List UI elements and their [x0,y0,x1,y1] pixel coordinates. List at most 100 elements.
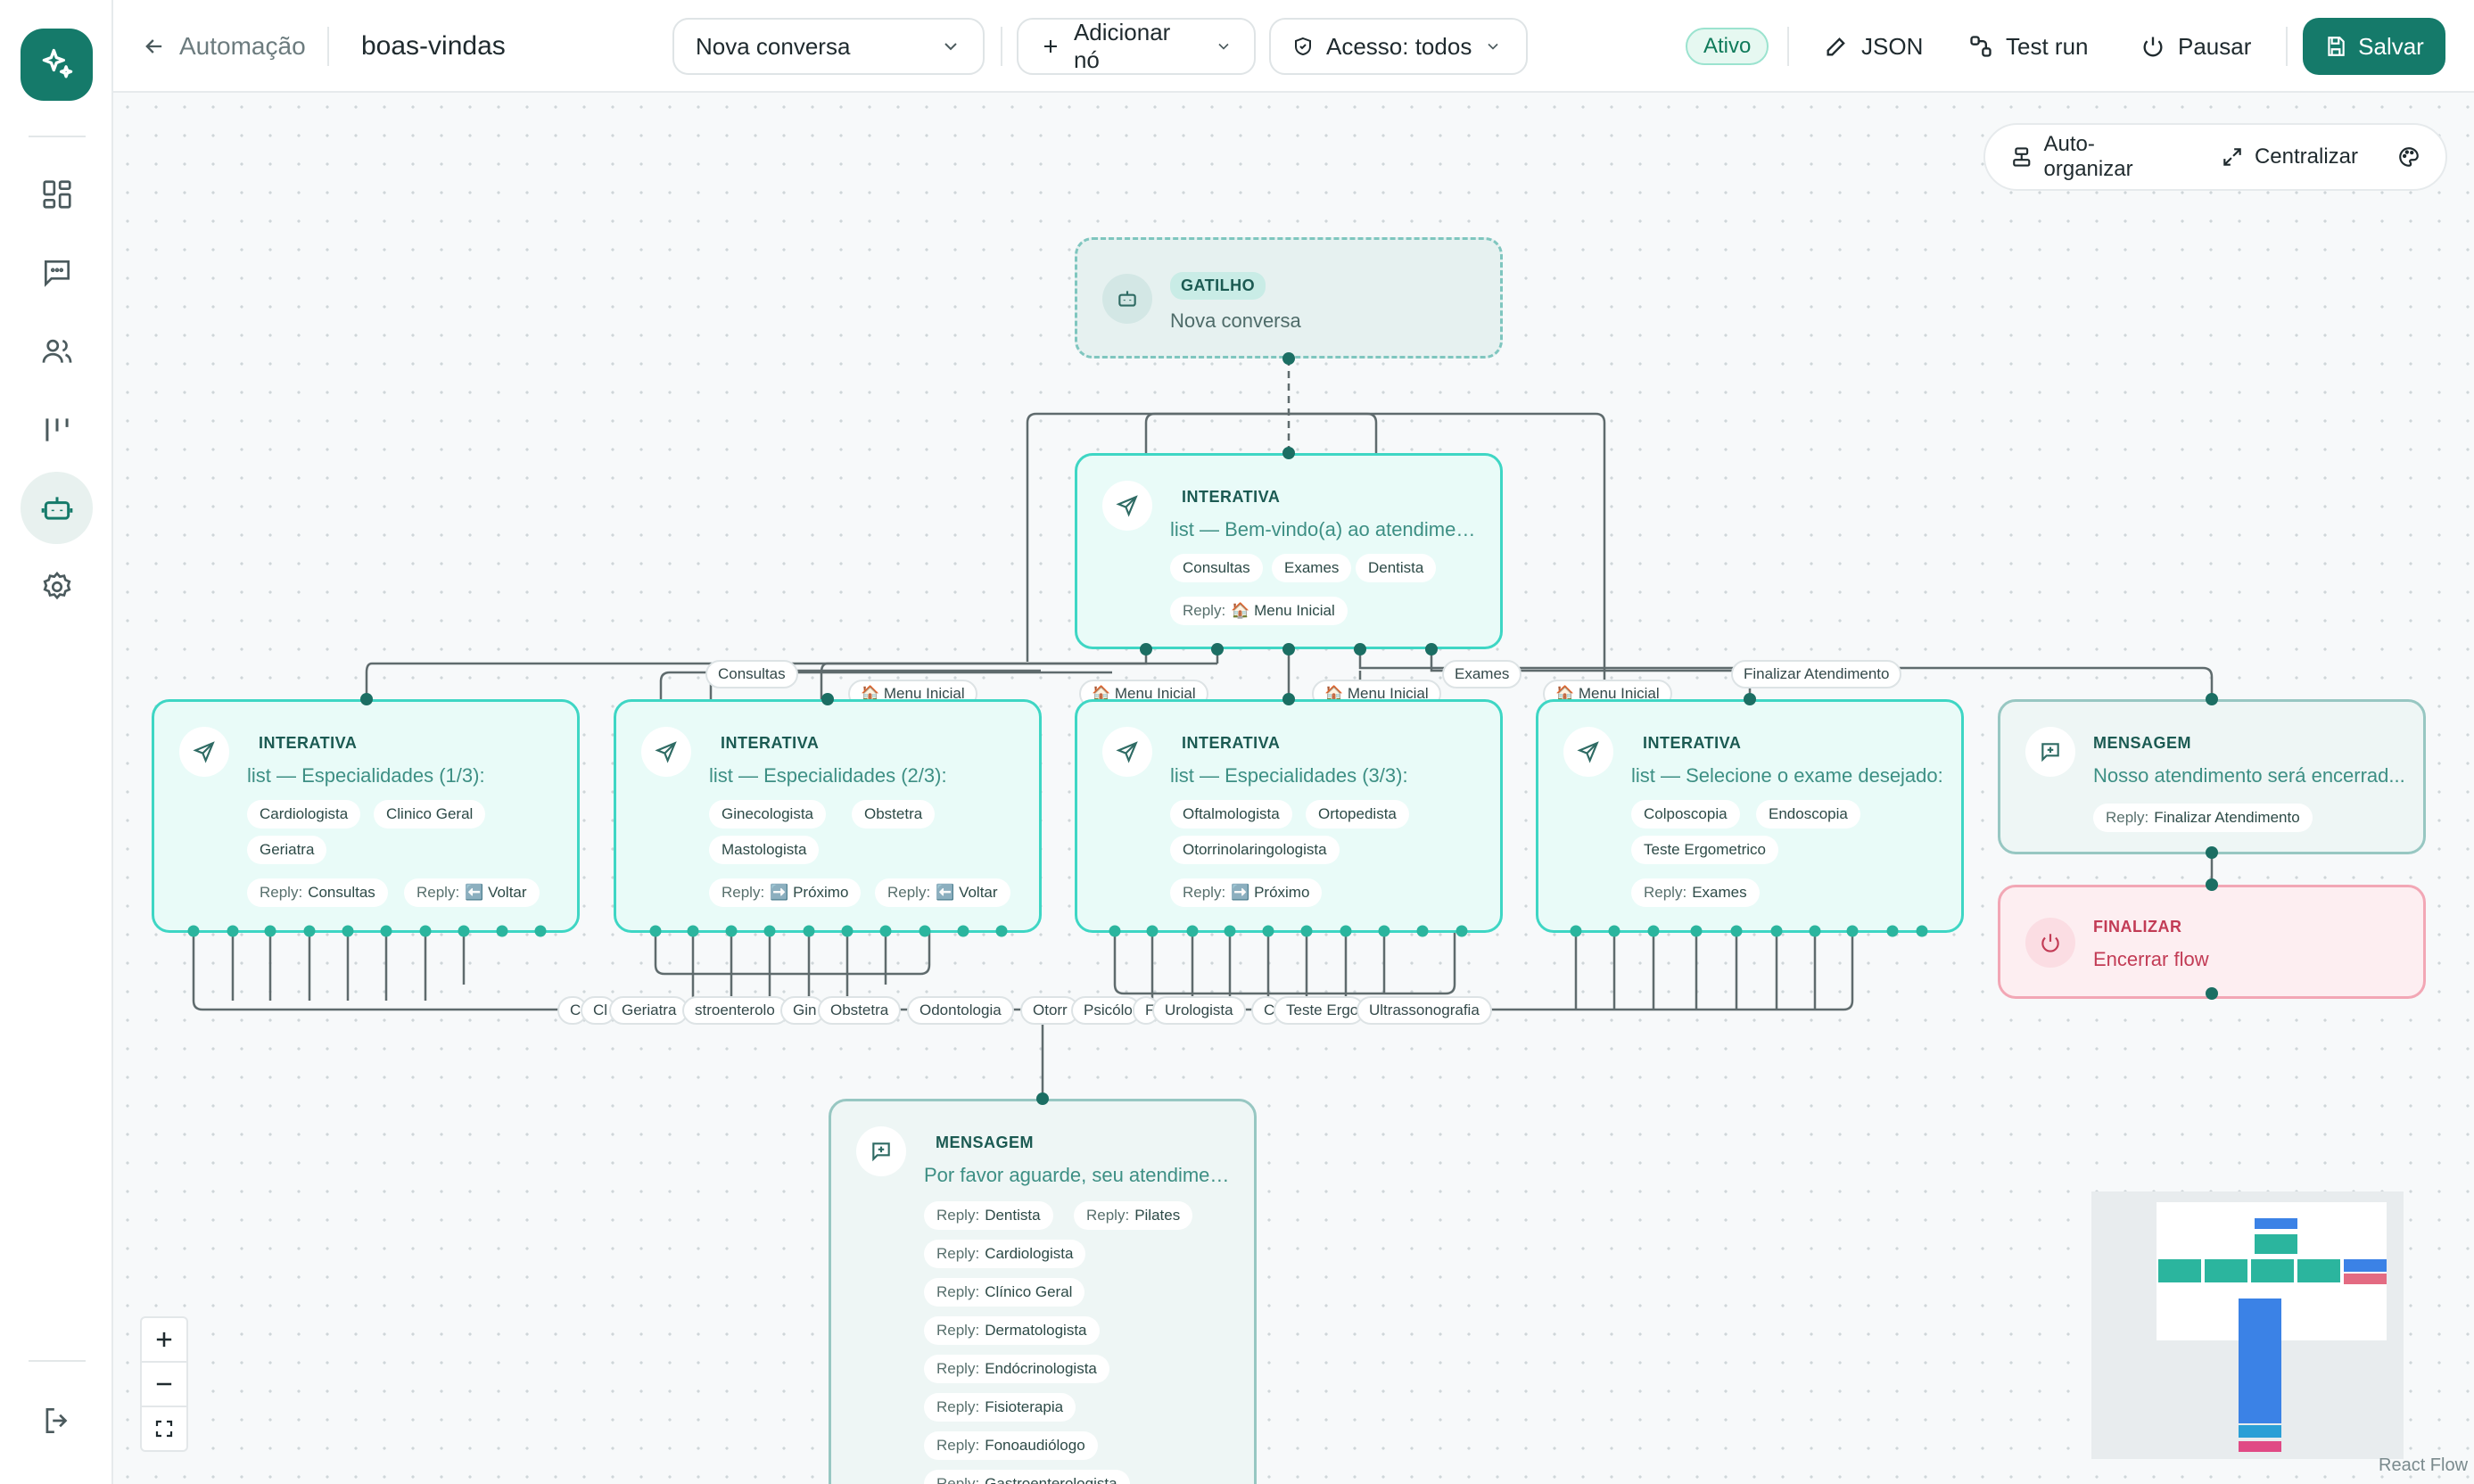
reply-value: Dentista [985,1207,1041,1224]
node-type: INTERATIVA [259,734,358,752]
send-icon [1102,727,1152,777]
node-type: FINALIZAR [2093,918,2182,936]
access-button[interactable]: Acesso: todos [1269,18,1528,75]
reply-chip: Reply: ➡️ Próximo [1170,878,1323,907]
reply-chip: Reply: Consultas [247,878,388,907]
chevron-down-icon [1218,43,1229,50]
reply-prefix: Reply: [1183,602,1226,619]
mensagem-aguarde-node[interactable]: MENSAGEM Por favor aguarde, seu atendime… [829,1099,1257,1484]
minimap[interactable] [2091,1191,2404,1459]
reply-value: Fisioterapia [985,1398,1064,1415]
option-chip: Obstetra [852,800,936,829]
edge-label: Psicólo [1071,996,1141,1025]
reply-prefix: Reply: [936,1475,980,1484]
node-text: Por favor aguarde, seu atendiment... [924,1164,1236,1186]
flow-canvas[interactable]: Consultas 🏠 Menu Inicial 🏠 Menu Inicial … [113,93,2474,1484]
option-chip: Colposcopia [1631,800,1740,829]
fullscreen-icon [155,1420,173,1438]
top-bar: Automação boas-vindas Nova conversa Adic… [113,0,2474,93]
mensagem-encerrar-node[interactable]: MENSAGEM Nosso atendimento será encerrad… [1998,699,2426,854]
users-icon[interactable] [21,315,93,387]
reply-value: Exames [1692,884,1747,901]
auto-organize-label: Auto-organizar [2043,132,2133,181]
option-chip: Oftalmologista [1170,800,1292,829]
zoom-out-button[interactable] [140,1361,188,1407]
reply-prefix: Reply: [887,884,931,901]
reply-value: ➡️ Próximo [770,884,849,901]
reply-prefix: Reply: [936,1360,980,1377]
auto-organize-button[interactable]: Auto-organizar [2010,132,2181,182]
reply-prefix: Reply: [416,884,460,901]
chevron-down-icon [944,43,957,51]
save-button[interactable]: Salvar [2303,18,2445,75]
reply-value: ⬅️ Voltar [936,884,998,901]
canvas-toolbar: Auto-organizar Centralizar [1983,123,2447,191]
especialidades-2-node[interactable]: INTERATIVA list — Especialidades (2/3): … [614,699,1042,933]
add-node-label: Adicionar nó [1073,19,1171,73]
option-chip: Clinico Geral [374,800,486,829]
edge-label: stroenterolo [682,996,789,1025]
message-plus-icon [2025,727,2075,777]
minus-icon [156,1382,172,1386]
columns-icon[interactable] [21,393,93,466]
shield-icon [1295,37,1311,56]
reply-chip: Reply: Dermatologista [924,1316,1100,1345]
palette-button[interactable] [2397,145,2420,169]
node-text: Encerrar flow [2093,948,2209,970]
json-button[interactable]: JSON [1824,23,1923,70]
access-label: Acesso: todos [1326,32,1472,60]
option-chip: Exames [1272,554,1352,582]
node-text: list — Especialidades (3/3): [1170,764,1408,787]
especialidades-3-node[interactable]: INTERATIVA list — Especialidades (3/3): … [1075,699,1503,933]
edge-label: Odontologia [907,996,1014,1025]
reply-chip: Reply: Cardiologista [924,1240,1086,1268]
edge-label: Ultrassonografia [1357,996,1492,1025]
option-chip: Consultas [1170,554,1263,582]
chat-icon[interactable] [21,236,93,309]
finalizar-node[interactable]: FINALIZAR Encerrar flow [1998,885,2426,999]
node-text: list — Especialidades (1/3): [247,764,485,787]
sidebar [0,0,113,1484]
trigger-select[interactable]: Nova conversa [672,18,985,75]
page-title: boas-vindas [361,31,506,61]
reply-value: ⬅️ Voltar [465,884,527,901]
reply-chip: Reply: Fisioterapia [924,1393,1076,1422]
logout-icon[interactable] [21,1384,93,1456]
center-button[interactable]: Centralizar [2221,144,2358,169]
reply-chip: Reply: ⬅️ Voltar [404,878,540,907]
sparkle-icon[interactable] [21,29,93,101]
reply-chip: Reply: 🏠 Menu Inicial [1170,597,1348,625]
expand-icon [2223,148,2241,166]
exames-node[interactable]: INTERATIVA list — Selecione o exame dese… [1536,699,1964,933]
send-icon [1563,727,1613,777]
main-menu-node[interactable]: INTERATIVA list — Bem-vindo(a) ao atendi… [1075,453,1503,649]
reply-prefix: Reply: [1183,884,1226,901]
option-chip: Mastologista [709,836,820,864]
add-node-button[interactable]: Adicionar nó [1017,18,1256,75]
reply-prefix: Reply: [2106,809,2149,826]
power-icon [2143,37,2163,57]
send-icon [1102,481,1152,531]
zoom-in-button[interactable] [140,1316,188,1363]
grid-icon[interactable] [21,158,93,230]
trigger-node[interactable]: GATILHO Nova conversa [1075,237,1503,359]
bot-icon[interactable] [21,472,93,544]
pause-button[interactable]: Pausar [2140,23,2251,70]
reply-chip: Reply: Fonoaudiólogo [924,1431,1098,1460]
reply-value: Fonoaudiólogo [985,1437,1085,1454]
fit-view-button[interactable] [140,1406,188,1452]
reply-value: Pilates [1134,1207,1181,1224]
reply-chip: Reply: Clínico Geral [924,1278,1085,1307]
react-flow-attribution[interactable]: React Flow [2379,1455,2468,1476]
back-button[interactable]: Automação [142,23,306,70]
save-label: Salvar [2358,32,2424,60]
gear-icon[interactable] [21,550,93,622]
especialidades-1-node[interactable]: INTERATIVA list — Especialidades (1/3): … [152,699,580,933]
node-type: INTERATIVA [1182,488,1281,506]
layout-icon [2013,147,2031,167]
reply-value: Finalizar Atendimento [2154,809,2300,826]
reply-value: Dermatologista [985,1322,1087,1339]
send-icon [179,727,229,777]
test-run-button[interactable]: Test run [1968,23,2089,70]
edge-label: Geriatra [609,996,689,1025]
